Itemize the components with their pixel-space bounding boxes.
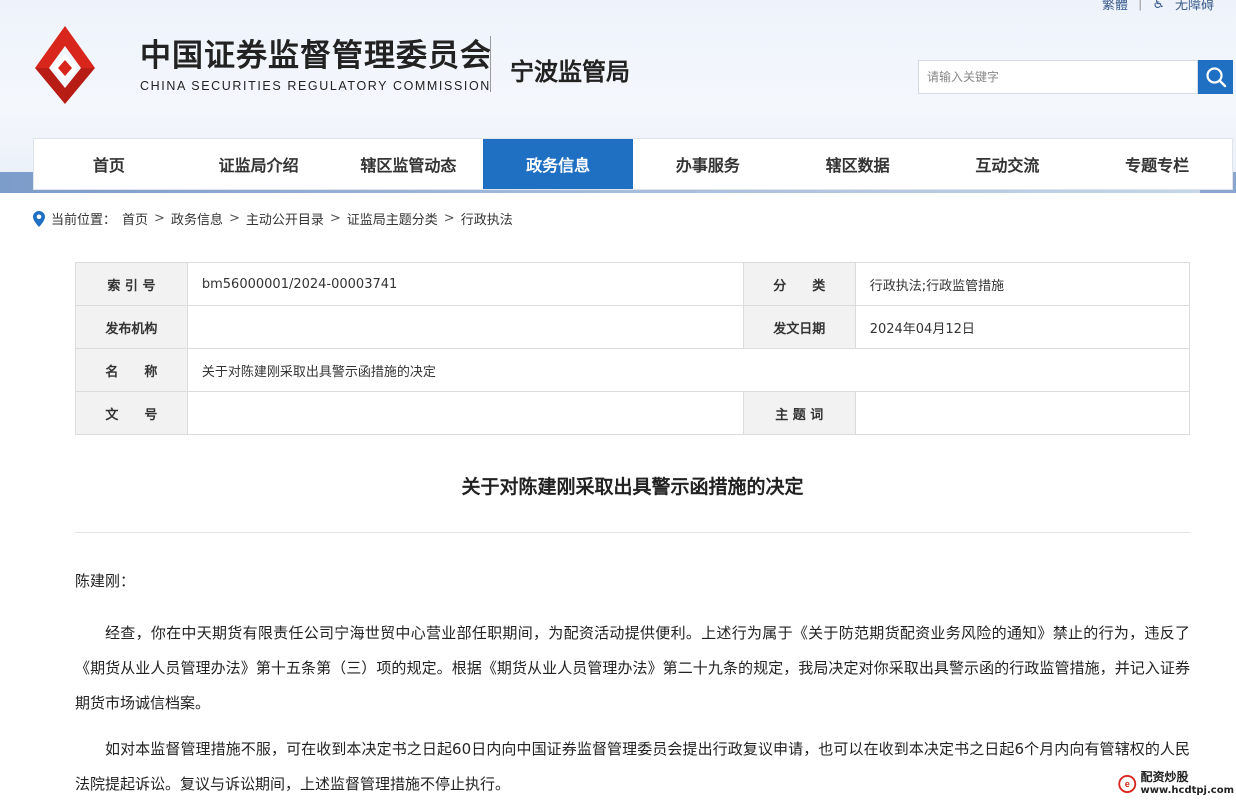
breadcrumb: 当前位置： 首页 > 政务信息 > 主动公开目录 > 证监局主题分类 > 行政执… [33,209,513,228]
nav-item-special-topics[interactable]: 专题专栏 [1082,139,1232,189]
top-links: 繁體 | ♿ 无障碍 [1102,0,1214,13]
index-number-label: 索 引 号 [75,262,188,306]
breadcrumb-separator: > [443,211,455,226]
org-name-en: CHINA SECURITIES REGULATORY COMMISSION [140,79,491,93]
main-nav: 首页 证监局介绍 辖区监管动态 政务信息 办事服务 辖区数据 互动交流 专题专栏 [33,138,1233,190]
nav-item-home[interactable]: 首页 [34,139,184,189]
breadcrumb-government-info[interactable]: 政务信息 [171,209,223,228]
table-row: 文 号 主 题 词 [75,391,1191,435]
search-button[interactable] [1198,60,1233,94]
issue-date-value: 2024年04月12日 [854,305,1191,349]
breadcrumb-separator: > [154,211,165,226]
svg-text:e: e [1125,779,1130,789]
nav-item-data[interactable]: 辖区数据 [783,139,933,189]
category-value: 行政执法;行政监管措施 [854,262,1191,306]
breadcrumb-separator: > [228,211,240,226]
header-divider [490,36,491,92]
accessibility-link[interactable]: 无障碍 [1175,0,1214,13]
breadcrumb-enforcement[interactable]: 行政执法 [461,209,513,228]
document-number-label: 文 号 [75,391,188,435]
breadcrumb-home[interactable]: 首页 [122,209,148,228]
breadcrumb-topic-category[interactable]: 证监局主题分类 [347,209,438,228]
issue-date-label: 发文日期 [742,305,856,349]
publisher-value [186,305,744,349]
index-number-value: bm56000001/2024-00003741 [186,262,744,306]
publisher-label: 发布机构 [75,305,188,349]
title-value: 关于对陈建刚采取出具警示函措施的决定 [186,348,1191,392]
search-icon [1205,67,1226,88]
bureau-name: 宁波监管局 [510,60,630,86]
table-row: 发布机构 发文日期 2024年04月12日 [75,305,1191,349]
body-paragraph: 经查，你在中天期货有限责任公司宁海世贸中心营业部任职期间，为配资活动提供便利。上… [75,624,1190,712]
subject-words-value [854,391,1191,435]
nav-item-government-info[interactable]: 政务信息 [483,139,633,189]
location-pin-icon [33,210,45,227]
watermark-logo-icon: e [1118,775,1137,793]
nav-item-services[interactable]: 办事服务 [633,139,783,189]
title-divider [75,532,1190,533]
breadcrumb-separator: > [329,211,341,226]
body-paragraph: 如对本监督管理措施不服，可在收到本决定书之日起60日内向中国证券监督管理委员会提… [75,740,1190,793]
search-input[interactable] [919,61,1205,93]
search-box [918,60,1205,94]
subject-words-label: 主 题 词 [742,391,856,435]
accessibility-icon[interactable]: ♿ [1152,0,1165,12]
document-title: 关于对陈建刚采取出具警示函措施的决定 [461,476,804,498]
watermark-url: www.hcdtpj.com [1140,785,1234,796]
title-label: 名 称 [75,348,188,392]
nav-item-interaction[interactable]: 互动交流 [933,139,1083,189]
category-label: 分 类 [742,262,856,306]
document-metadata-table: 索 引 号 bm56000001/2024-00003741 分 类 行政执法;… [75,262,1191,435]
watermark: e 配资炒股 www.hcdtpj.com [1118,766,1234,802]
top-links-divider: | [1138,0,1143,11]
breadcrumb-label: 当前位置： [51,213,117,228]
traditional-chinese-link[interactable]: 繁體 [1102,0,1128,13]
nav-item-about[interactable]: 证监局介绍 [184,139,334,189]
document-number-value [186,391,744,435]
breadcrumb-public-catalog[interactable]: 主动公开目录 [246,209,324,228]
csrc-logo[interactable] [33,24,97,106]
nav-item-regulatory-news[interactable]: 辖区监管动态 [334,139,484,189]
salutation: 陈建刚： [75,572,136,590]
watermark-name: 配资炒股 [1140,770,1189,784]
table-row: 名 称 关于对陈建刚采取出具警示函措施的决定 [75,348,1191,392]
table-row: 索 引 号 bm56000001/2024-00003741 分 类 行政执法;… [75,262,1191,306]
org-name-cn: 中国证券监督管理委员会 [140,38,492,73]
